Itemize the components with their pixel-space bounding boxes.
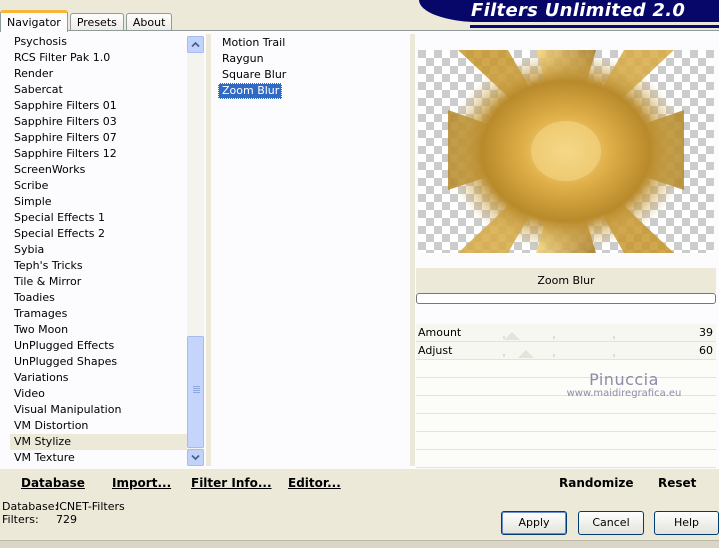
category-item[interactable]: Sapphire Filters 01 [10,98,188,114]
slider-handle [518,350,534,358]
help-button[interactable]: Help [654,511,719,535]
param-row-empty [416,450,716,468]
filter-item[interactable]: Motion Trail [218,35,288,51]
category-item[interactable]: Sapphire Filters 03 [10,114,188,130]
footer-strip [0,540,719,548]
filters-count: 729 [56,513,77,526]
param-row: Amount 39 [416,324,716,342]
category-item[interactable]: VM Distortion [10,418,188,434]
tab-about[interactable]: About [125,13,173,31]
category-item[interactable]: VM Stylize [10,434,188,450]
param-row-empty [416,432,716,450]
category-item[interactable]: Visual Manipulation [10,402,188,418]
divider-left [206,34,211,466]
param-value[interactable]: 39 [699,326,713,339]
category-item[interactable]: Tramages [10,306,188,322]
reset-button[interactable]: Reset [658,476,696,490]
import-button[interactable]: Import... [112,476,171,490]
chevron-down-icon [191,454,200,461]
filter-item[interactable]: Square Blur [218,67,289,83]
category-item[interactable]: Sabercat [10,82,188,98]
category-item[interactable]: Teph's Tricks [10,258,188,274]
filter-name-display: Zoom Blur [416,268,716,293]
randomize-button[interactable]: Randomize [559,476,633,490]
banner-underline [470,25,719,28]
scroll-up-button[interactable] [187,36,204,53]
divider-right [410,34,415,466]
filter-list[interactable]: Motion Trail Raygun Square Blur Zoom Blur [218,35,408,99]
category-item[interactable]: Scribe [10,178,188,194]
category-item[interactable]: Sapphire Filters 07 [10,130,188,146]
filter-item[interactable]: Zoom Blur [218,83,283,99]
tab-strip: Navigator Presets About [0,9,174,32]
watermark-name: Pinuccia [589,370,659,389]
category-item[interactable]: Two Moon [10,322,188,338]
tab-presets[interactable]: Presets [69,13,124,31]
category-item[interactable]: Video [10,386,188,402]
category-item[interactable]: Sybia [10,242,188,258]
apply-button[interactable]: Apply [501,511,567,535]
param-label: Adjust [418,344,453,357]
param-slider[interactable] [464,344,644,358]
progress-bar [416,293,716,304]
tab-navigator[interactable]: Navigator [0,10,68,32]
chevron-up-icon [191,41,200,48]
filter-preview [418,50,714,253]
param-row: Adjust 60 [416,342,716,360]
category-item[interactable]: Variations [10,370,188,386]
category-item[interactable]: Render [10,66,188,82]
category-list[interactable]: Psychosis RCS Filter Pak 1.0 Render Saberca… [10,34,188,468]
param-label: Amount [418,326,462,339]
category-item[interactable]: RCS Filter Pak 1.0 [10,50,188,66]
category-item[interactable]: Tile & Mirror [10,274,188,290]
filter-item[interactable]: Raygun [218,51,267,67]
category-item[interactable]: VM Texture [10,450,188,466]
filter-info-button[interactable]: Filter Info... [191,476,272,490]
category-item[interactable]: ScreenWorks [10,162,188,178]
category-item[interactable]: Sapphire Filters 12 [10,146,188,162]
scroll-down-button[interactable] [187,449,204,466]
category-item[interactable]: UnPlugged Shapes [10,354,188,370]
database-label: Database: [2,500,59,513]
cancel-button[interactable]: Cancel [578,511,644,535]
param-row-empty [416,414,716,432]
watermark: Pinuccia www.maidiregrafica.eu [554,370,694,399]
param-slider[interactable] [464,326,644,340]
editor-button[interactable]: Editor... [288,476,341,490]
category-item[interactable]: Special Effects 1 [10,210,188,226]
banner-title: Filters Unlimited 2.0 [419,0,719,22]
category-item[interactable]: Special Effects 2 [10,226,188,242]
category-item[interactable]: Psychosis [10,34,188,50]
category-item[interactable]: Toadies [10,290,188,306]
filters-label: Filters: [2,513,39,526]
category-item[interactable]: Simple [10,194,188,210]
database-value: ICNET-Filters [56,500,125,513]
database-button[interactable]: Database [21,476,85,490]
param-value[interactable]: 60 [699,344,713,357]
status-info: Database: ICNET-Filters Filters: 729 [0,500,125,526]
scroll-thumb[interactable] [187,336,204,448]
watermark-url: www.maidiregrafica.eu [566,388,682,399]
slider-handle [504,332,520,340]
category-item[interactable]: UnPlugged Effects [10,338,188,354]
category-scrollbar[interactable] [187,36,204,466]
